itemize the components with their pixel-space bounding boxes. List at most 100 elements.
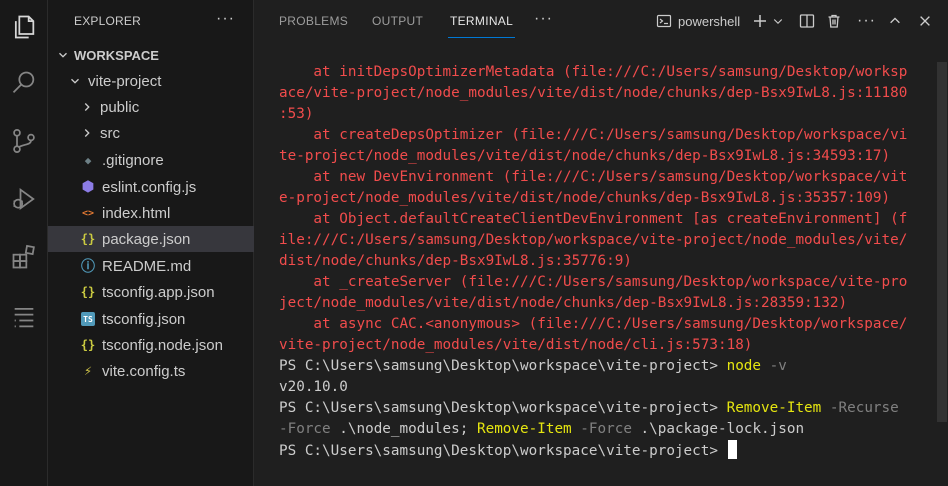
workspace-header[interactable]: WORKSPACE: [48, 42, 254, 68]
explorer-sidebar: EXPLORER ··· WORKSPACE vite-project publ…: [48, 0, 254, 486]
terminal-text: at Object.defaultCreateClientDevEnvironm…: [279, 211, 908, 227]
tree-folder-vite-project[interactable]: vite-project: [48, 68, 254, 94]
more-actions-icon[interactable]: ···: [857, 10, 876, 32]
terminal-line: e-project/node_modules/vite/dist/node/ch…: [279, 188, 939, 209]
close-panel-button[interactable]: [918, 10, 932, 32]
tree-file-tsconfig-node[interactable]: {} tsconfig.node.json: [48, 332, 254, 358]
terminal-line: at createDepsOptimizer (file:///C:/Users…: [279, 125, 939, 146]
terminal-line: ace/vite-project/node_modules/vite/dist/…: [279, 83, 939, 104]
terminal-text: e-project/node_modules/vite/dist/node/ch…: [279, 190, 891, 206]
terminal-panel: PROBLEMS OUTPUT TERMINAL ··· powershell …: [254, 0, 948, 486]
activity-bar: [0, 0, 48, 486]
terminal-text: node: [726, 358, 762, 374]
terminal-text: Remove-Item: [726, 400, 822, 416]
terminal-line: ile:///C:/Users/samsung/Desktop/workspac…: [279, 230, 939, 251]
terminal-text: te-project/node_modules/vite/dist/node/c…: [279, 148, 891, 164]
terminal-line: PS C:\Users\samsung\Desktop\workspace\vi…: [279, 398, 939, 419]
terminal-text: -Recurse: [821, 400, 899, 416]
terminal-text: ile:///C:/Users/samsung/Desktop/workspac…: [279, 232, 908, 248]
terminal-text: PS C:\Users\samsung\Desktop\workspace\vi…: [279, 358, 727, 374]
explorer-title: EXPLORER: [74, 14, 141, 28]
terminal-line: -Force .\node_modules; Remove-Item -Forc…: [279, 419, 939, 440]
terminal-line: te-project/node_modules/vite/dist/node/c…: [279, 146, 939, 167]
json-icon: {}: [80, 338, 96, 352]
split-terminal-button[interactable]: [799, 10, 815, 32]
split-icon: [799, 14, 815, 28]
search-icon[interactable]: [7, 66, 41, 100]
tree-item-label: src: [100, 124, 120, 142]
tree-file-tsconfig-app[interactable]: {} tsconfig.app.json: [48, 279, 254, 305]
tab-output[interactable]: OUTPUT: [372, 14, 423, 28]
outline-icon[interactable]: [7, 300, 41, 334]
terminal-text: at createDepsOptimizer (file:///C:/Users…: [279, 127, 908, 143]
tree-file-eslint-config[interactable]: ⬢ eslint.config.js: [48, 174, 254, 200]
chevron-right-icon: [80, 100, 94, 114]
tab-problems[interactable]: PROBLEMS: [279, 14, 348, 28]
terminal-line: PS C:\Users\samsung\Desktop\workspace\vi…: [279, 440, 939, 461]
more-actions-icon[interactable]: ···: [216, 10, 235, 28]
terminal-text: .\package-lock.json: [631, 421, 805, 437]
terminal-text: .\node_modules;: [330, 421, 477, 437]
tree-item-label: package.json: [102, 230, 191, 248]
kill-terminal-button[interactable]: [826, 10, 842, 32]
terminal-line: v20.10.0: [279, 377, 939, 398]
terminal-scrollbar[interactable]: [937, 62, 947, 422]
plus-icon: [754, 15, 766, 27]
more-actions-icon[interactable]: ···: [534, 10, 553, 28]
terminal-text: PS C:\Users\samsung\Desktop\workspace\vi…: [279, 443, 727, 459]
tree-file-gitignore[interactable]: ◆ .gitignore: [48, 147, 254, 173]
close-icon: [920, 16, 930, 26]
tree-item-label: vite-project: [88, 72, 162, 90]
terminal-text: at _createServer (file:///C:/Users/samsu…: [279, 274, 908, 290]
terminal-text: at async CAC.<anonymous> (file:///C:/Use…: [279, 316, 908, 332]
html-icon: <>: [81, 207, 95, 219]
terminal-cursor: [727, 440, 737, 459]
terminal-text: -Force: [571, 421, 632, 437]
terminal-line: at _createServer (file:///C:/Users/samsu…: [279, 272, 939, 293]
shell-selector[interactable]: powershell: [656, 10, 740, 32]
tree-folder-src[interactable]: src: [48, 120, 254, 146]
new-terminal-button[interactable]: [752, 10, 768, 32]
panel-tabs: PROBLEMS OUTPUT TERMINAL ··· powershell …: [254, 0, 948, 42]
terminal-text: -v: [761, 358, 787, 374]
json-icon: {}: [80, 285, 96, 299]
tree-file-tsconfig[interactable]: TS tsconfig.json: [48, 306, 254, 332]
tree-item-label: index.html: [102, 204, 171, 222]
run-debug-icon[interactable]: [7, 182, 41, 216]
terminal-text: dist/node/chunks/dep-Bsx9IwL8.js:35776:9…: [279, 253, 632, 269]
tree-file-vite-config[interactable]: ⚡ vite.config.ts: [48, 358, 254, 384]
terminal-line: vite-project/node_modules/vite/dist/node…: [279, 335, 939, 356]
tree-item-label: tsconfig.app.json: [102, 283, 215, 301]
chevron-up-icon: [890, 17, 900, 24]
tree-item-label: public: [100, 98, 140, 116]
tree-folder-public[interactable]: public: [48, 94, 254, 120]
tab-terminal[interactable]: TERMINAL: [450, 14, 513, 28]
chevron-down-icon: [773, 19, 783, 25]
tree-file-index-html[interactable]: <> index.html: [48, 200, 254, 226]
terminal-output[interactable]: at initDepsOptimizerMetadata (file:///C:…: [279, 62, 939, 461]
gitignore-icon: ◆: [84, 153, 92, 167]
terminal-line: :53): [279, 104, 939, 125]
terminal-text: Remove-Item: [476, 421, 572, 437]
terminal-text: vite-project/node_modules/vite/dist/node…: [279, 337, 753, 353]
explorer-icon[interactable]: [7, 10, 41, 44]
tree-file-readme[interactable]: ⓘ README.md: [48, 253, 254, 279]
json-icon: {}: [80, 232, 96, 246]
terminal-line: dist/node/chunks/dep-Bsx9IwL8.js:35776:9…: [279, 251, 939, 272]
eslint-icon: ⬢: [81, 179, 95, 195]
shell-label: powershell: [678, 13, 741, 29]
terminal-text: ace/vite-project/node_modules/vite/dist/…: [279, 85, 908, 101]
terminal-text: -Force: [279, 421, 331, 437]
terminal-dropdown-button[interactable]: [772, 10, 784, 32]
terminal-text: ject/node_modules/vite/dist/node/chunks/…: [279, 295, 848, 311]
terminal-line: at Object.defaultCreateClientDevEnvironm…: [279, 209, 939, 230]
info-icon: ⓘ: [81, 259, 95, 275]
tree-item-label: .gitignore: [102, 151, 164, 169]
extensions-icon[interactable]: [7, 240, 41, 274]
terminal-line: at initDepsOptimizerMetadata (file:///C:…: [279, 62, 939, 83]
trash-icon: [828, 14, 840, 28]
source-control-icon[interactable]: [7, 124, 41, 158]
typescript-icon: TS: [81, 312, 95, 326]
tree-file-package-json[interactable]: {} package.json: [48, 226, 254, 252]
maximize-panel-button[interactable]: [888, 10, 902, 32]
